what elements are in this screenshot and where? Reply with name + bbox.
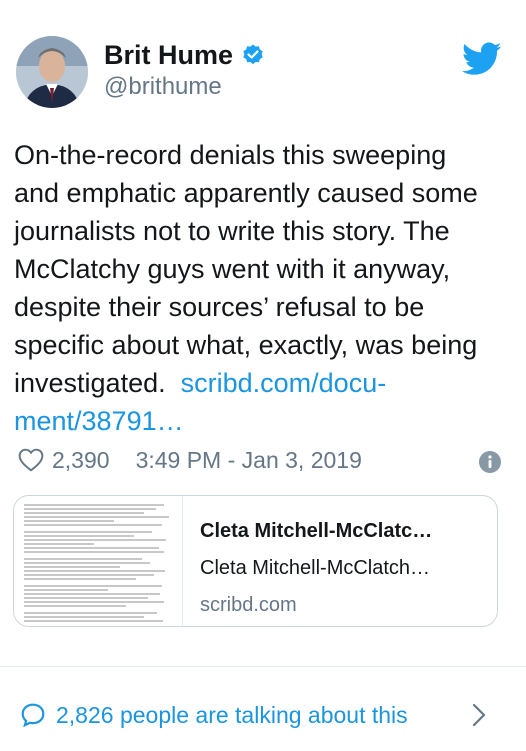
- profile-photo-icon: [16, 36, 88, 108]
- document-text-line: [24, 539, 166, 541]
- document-text-line: [24, 612, 157, 614]
- chevron-right-icon[interactable]: [472, 703, 486, 727]
- document-text-line: [24, 547, 159, 549]
- tweet-line: journalists not to write this story. The: [14, 216, 450, 246]
- document-text-line: [24, 605, 126, 607]
- avatar[interactable]: [16, 36, 88, 108]
- document-text-line: [24, 543, 94, 545]
- talking-about-text: 2,826 people are talking about this: [56, 701, 408, 728]
- info-icon[interactable]: [478, 450, 502, 474]
- tweet-meta-row: 2,390 3:49 PM - Jan 3, 2019: [18, 443, 510, 477]
- document-text-line: [24, 589, 108, 591]
- document-text-line: [24, 566, 120, 568]
- document-text-line: [24, 601, 164, 603]
- document-text-line: [24, 578, 136, 580]
- link-card-domain: scribd.com: [200, 594, 297, 616]
- tweet-text: On-the-record denials this sweeping and …: [14, 136, 514, 440]
- conversation-link[interactable]: 2,826 people are talking about this: [20, 697, 506, 733]
- author-name[interactable]: Brit Hume: [104, 38, 265, 72]
- document-text-line: [24, 558, 142, 560]
- tweet-line: On-the-record denials this sweeping: [14, 140, 447, 170]
- document-text-line: [24, 520, 114, 522]
- document-text-line: [24, 535, 134, 537]
- document-text-line: [24, 531, 152, 533]
- tweet-line: specific about what, exactly, was being: [14, 330, 478, 360]
- tweet-line-with-link: investigated. scribd.com/docu-: [14, 364, 514, 402]
- tweet-embed-card: Brit Hume @brithume On-the-record denial…: [0, 0, 526, 751]
- document-text-line: [24, 508, 156, 510]
- document-text-line: [24, 620, 163, 622]
- document-text-line: [24, 616, 144, 618]
- tweet-line: investigated.: [14, 368, 166, 398]
- document-thumbnail: [14, 496, 183, 626]
- tweet-timestamp[interactable]: 3:49 PM - Jan 3, 2019: [136, 447, 362, 474]
- document-text-line: [24, 524, 162, 526]
- twitter-bird-icon[interactable]: [462, 42, 502, 76]
- link-card-description: Cleta Mitchell-McClatch…: [200, 557, 431, 579]
- divider: [0, 666, 526, 667]
- document-text-line: [24, 516, 169, 518]
- tweet-line: McClatchy guys went with it anyway,: [14, 254, 451, 284]
- reply-bubble-icon: [21, 703, 45, 728]
- verified-badge-icon: [243, 44, 263, 65]
- tweet-line: despite their sources’ refusal to be: [14, 292, 425, 322]
- author-handle[interactable]: @brithume: [104, 72, 222, 102]
- author-name-text: Brit Hume: [104, 40, 234, 70]
- link-preview-card[interactable]: Cleta Mitchell-McClatc… Cleta Mitchell-M…: [13, 495, 498, 627]
- document-text-line: [24, 570, 165, 572]
- tweet-line: and emphatic apparently caused some: [14, 178, 478, 208]
- document-text-line: [24, 585, 162, 587]
- heart-icon[interactable]: [18, 448, 44, 472]
- document-text-line: [24, 551, 164, 553]
- document-text-line: [24, 593, 160, 595]
- document-text-line: [24, 562, 150, 564]
- document-text-line: [24, 574, 154, 576]
- tweet-link[interactable]: scribd.com/docu-: [181, 368, 387, 398]
- like-count[interactable]: 2,390: [52, 447, 110, 474]
- link-card-title: Cleta Mitchell-McClatc…: [200, 520, 433, 542]
- document-text-line: [24, 504, 164, 506]
- tweet-link-continued[interactable]: ment/38791…: [14, 402, 514, 440]
- document-text-line: [24, 512, 144, 514]
- document-text-line: [24, 597, 148, 599]
